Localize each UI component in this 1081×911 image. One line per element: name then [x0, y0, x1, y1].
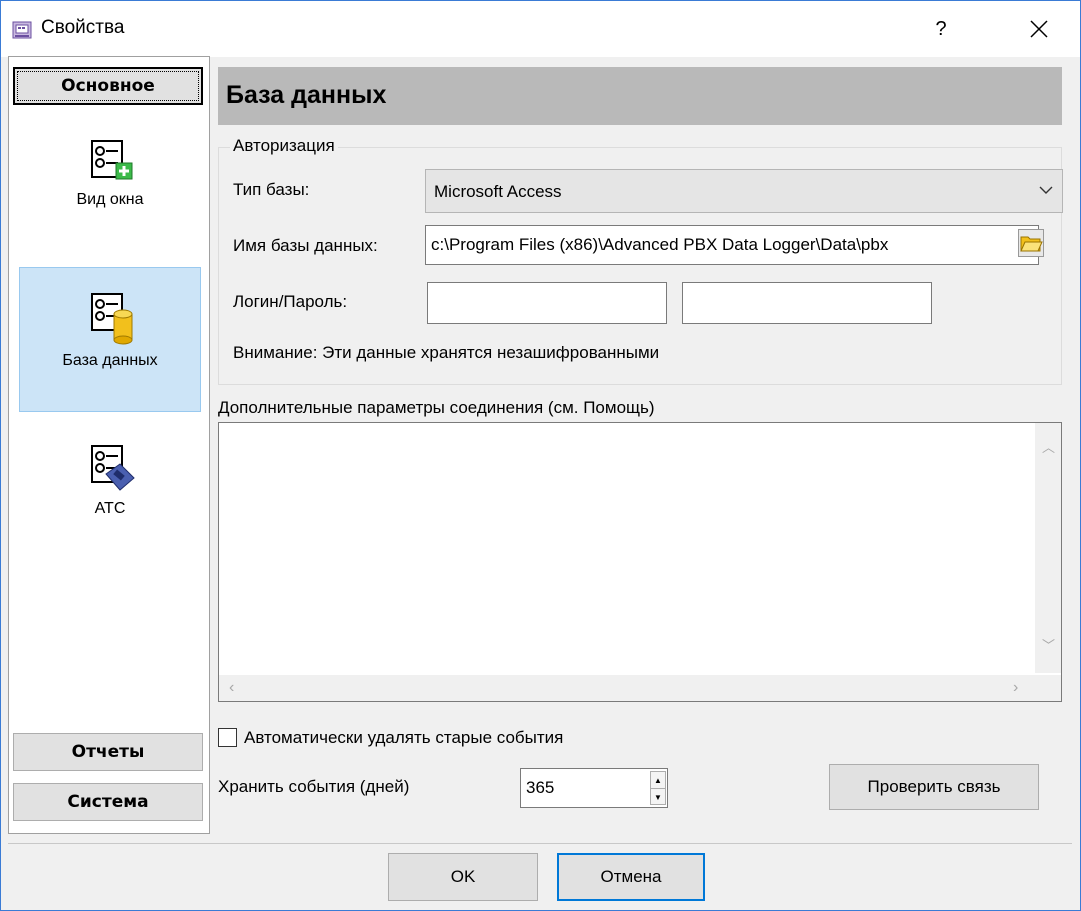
sidebar-item-label: База данных — [62, 352, 158, 369]
password-field[interactable] — [682, 282, 932, 324]
list-add-icon — [91, 140, 133, 180]
sidebar-item-label: АТС — [94, 500, 126, 517]
auth-group-legend: Авторизация — [230, 136, 338, 156]
cancel-button[interactable]: Отмена — [557, 853, 705, 901]
spin-up-icon[interactable]: ▲ — [651, 772, 665, 789]
ok-button[interactable]: OK — [388, 853, 538, 901]
spin-down-icon[interactable]: ▼ — [651, 789, 665, 805]
keep-days-label: Хранить события (дней) — [218, 777, 410, 796]
page-title: База данных — [226, 81, 387, 109]
db-type-select[interactable]: Microsoft Access — [425, 169, 1063, 213]
horizontal-scrollbar[interactable]: ‹ › — [219, 675, 1035, 701]
app-icon — [12, 21, 32, 39]
help-button[interactable]: ? — [913, 7, 969, 51]
category-general-button[interactable]: Основное — [13, 67, 203, 105]
auto-delete-checkbox[interactable] — [218, 728, 237, 747]
window-title: Свойства — [41, 17, 125, 38]
sidebar-item-database[interactable]: База данных — [19, 267, 201, 412]
db-type-label: Тип базы: — [233, 180, 310, 199]
scroll-left-icon[interactable]: ‹ — [229, 679, 234, 697]
keep-days-spinner[interactable]: ▲ ▼ — [650, 771, 666, 805]
folder-open-icon[interactable] — [1018, 229, 1044, 257]
unencrypted-warning: Внимание: Эти данные хранятся незашифров… — [233, 343, 660, 362]
scrollbar-corner — [1035, 675, 1061, 701]
close-button[interactable] — [1009, 7, 1069, 51]
category-system-button[interactable]: Система — [13, 783, 203, 821]
scroll-up-icon[interactable]: ︿ — [1042, 437, 1055, 456]
category-sidebar: Основное Вид окна База данных АТС Отчеты… — [8, 56, 210, 834]
vertical-scrollbar[interactable]: ︿ ﹀ — [1035, 423, 1061, 673]
footer-divider — [8, 843, 1072, 844]
close-icon — [1030, 20, 1048, 38]
test-connection-button[interactable]: Проверить связь — [829, 764, 1039, 810]
keep-days-input[interactable]: 365 — [520, 768, 668, 808]
category-reports-button[interactable]: Отчеты — [13, 733, 203, 771]
db-type-value: Microsoft Access — [434, 182, 562, 201]
chevron-down-icon — [1039, 186, 1053, 194]
list-database-icon — [91, 293, 133, 345]
sidebar-item-window-view[interactable]: Вид окна — [19, 137, 201, 282]
login-password-label: Логин/Пароль: — [233, 292, 348, 311]
sidebar-item-pbx[interactable]: АТС — [19, 442, 201, 587]
login-field[interactable] — [427, 282, 667, 324]
page-header: База данных — [218, 67, 1062, 125]
sidebar-item-label: Вид окна — [76, 191, 144, 208]
auto-delete-label[interactable]: Автоматически удалять старые события — [244, 728, 563, 748]
scroll-right-icon[interactable]: › — [1013, 679, 1018, 697]
list-pbx-icon — [91, 445, 135, 491]
scroll-down-icon[interactable]: ﹀ — [1042, 635, 1055, 654]
db-name-field[interactable]: c:\Program Files (x86)\Advanced PBX Data… — [425, 225, 1039, 265]
params-label: Дополнительные параметры соединения (см.… — [218, 398, 655, 417]
connection-params-textarea[interactable]: ︿ ﹀ ‹ › — [218, 422, 1062, 702]
db-name-label: Имя базы данных: — [233, 236, 378, 255]
title-bar[interactable]: Свойства ? — [1, 1, 1080, 57]
